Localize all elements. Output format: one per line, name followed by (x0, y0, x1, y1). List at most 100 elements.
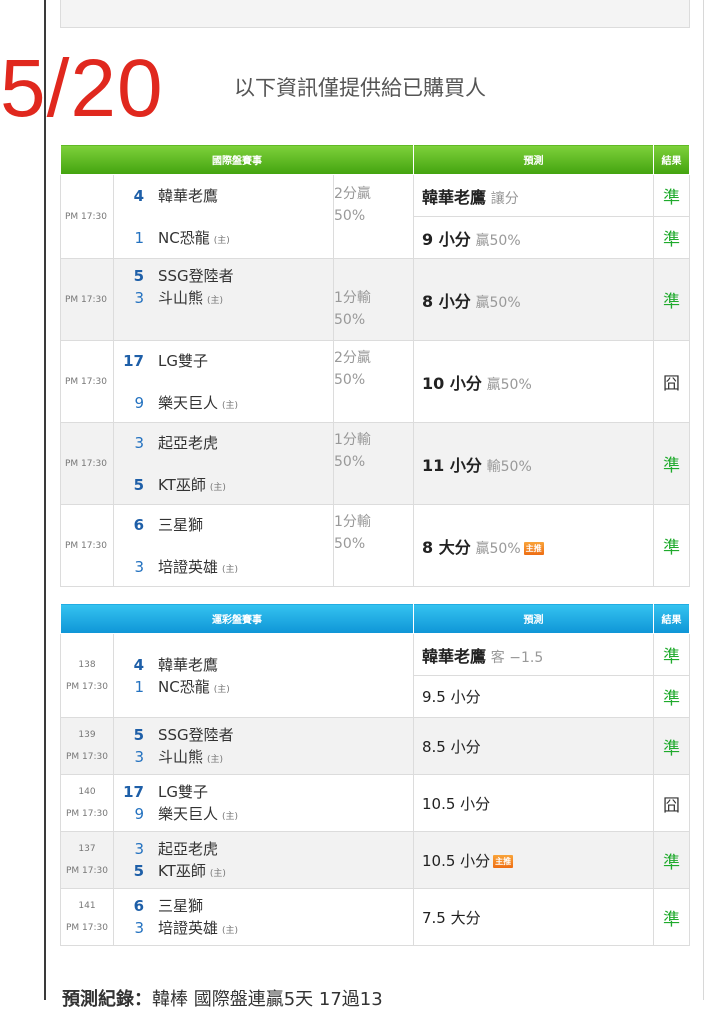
game-id-time: 137 PM 17:30 (60, 831, 114, 889)
lottery-header-match: 運彩盤賽事 (60, 603, 414, 634)
home-tag: (主) (213, 235, 230, 246)
prediction-record: 預測紀錄：韓棒 國際盤連贏5天 17過13 (62, 985, 383, 1011)
lottery-header-result: 結果 (653, 603, 690, 634)
table-row: 137 PM 17:30 3 起亞老虎 5 KT巫師 (主) 10.5 小分 主推 準 (60, 831, 690, 889)
home-team: 斗山熊 (158, 289, 204, 307)
away-rank: 17 (123, 783, 144, 801)
game-id-time: 141 PM 17:30 (60, 888, 114, 946)
table-row: 139 PM 17:30 5 SSG登陸者 3 斗山熊 (主) 8.5 小分 準 (60, 717, 690, 775)
result-cell: 準 (653, 174, 690, 217)
top-content-box (60, 0, 690, 28)
teams-cell: 3 起亞老虎 5 KT巫師 (主) (113, 422, 334, 505)
lottery-table: 運彩盤賽事 預測 結果 138 PM 17:30 4 韓華老鷹 1 NC恐龍 (主) 韓… (60, 603, 690, 946)
away-rank: 17 (123, 351, 144, 370)
prediction-cell: 10.5 小分 (413, 774, 654, 832)
odds-cell: 2分贏 50% (333, 340, 414, 423)
home-tag: (主) (207, 296, 224, 306)
home-team: NC恐龍 (158, 228, 210, 247)
away-rank: 5 (133, 267, 144, 285)
prediction-cell: 韓華老鷹 讓分 (413, 174, 654, 217)
prediction-cell: 8 大分 贏50% 主推 (413, 504, 654, 587)
table-row: PM 17:30 3 起亞老虎 5 KT巫師 (主) 1分輸 50% 11 小分 輸50… (60, 422, 690, 505)
home-team: NC恐龍 (158, 677, 210, 696)
teams-cell: 17 LG雙子 9 樂天巨人 (主) (113, 340, 334, 423)
away-team: SSG登陸者 (158, 267, 234, 285)
away-rank: 4 (133, 655, 144, 674)
home-tag: (主) (207, 755, 224, 765)
home-rank: 9 (134, 805, 144, 823)
away-rank: 5 (133, 726, 144, 744)
result-cell: 準 (653, 675, 690, 718)
prediction-cell: 8 小分 贏50% (413, 258, 654, 341)
result-cell: 準 (653, 504, 690, 587)
table-row: PM 17:30 17 LG雙子 9 樂天巨人 (主) 2分贏 50% 10 小分 贏5… (60, 340, 690, 423)
home-rank: 1 (134, 677, 144, 696)
prediction-cell: 11 小分 輸50% (413, 422, 654, 505)
home-rank: 3 (134, 289, 144, 307)
odds-cell: 1分輸 50% (333, 422, 414, 505)
teams-cell: 6 三星獅 3 培證英雄 (主) (113, 504, 334, 587)
teams-cell: 4 韓華老鷹 1 NC恐龍 (主) (113, 174, 334, 259)
home-tag: (主) (222, 812, 239, 822)
away-team: LG雙子 (158, 351, 208, 370)
teams-cell: 6 三星獅 3 培證英雄 (主) (113, 888, 414, 946)
intl-header-prediction: 預測 (413, 144, 654, 175)
teams-cell: 5 SSG登陸者 3 斗山熊 (主) (113, 258, 334, 341)
home-tag: (主) (209, 482, 226, 493)
home-tag: (主) (213, 684, 230, 695)
table-row: PM 17:30 5 SSG登陸者 3 斗山熊 (主) 1分輸 50% 8 小分 贏50… (60, 258, 690, 341)
home-tag: (主) (222, 400, 239, 411)
away-team: SSG登陸者 (158, 726, 234, 744)
intl-header-result: 結果 (653, 144, 690, 175)
home-team: 斗山熊 (158, 748, 204, 766)
result-cell: 準 (653, 633, 690, 676)
prediction-cell: 9.5 小分 (413, 675, 654, 718)
home-team: KT巫師 (158, 475, 206, 494)
away-rank: 6 (133, 515, 144, 534)
odds-cell: 2分贏 50% (333, 174, 414, 259)
teams-cell: 3 起亞老虎 5 KT巫師 (主) (113, 831, 414, 889)
prediction-cell: 9 小分 贏50% (413, 216, 654, 259)
game-id-time: 139 PM 17:30 (60, 717, 114, 775)
lottery-header-prediction: 預測 (413, 603, 654, 634)
away-rank: 4 (133, 186, 144, 205)
home-rank: 3 (134, 919, 144, 937)
home-rank: 3 (134, 748, 144, 766)
home-team: 培證英雄 (158, 919, 219, 937)
away-team: 起亞老虎 (158, 840, 219, 858)
prediction-cell: 7.5 大分 (413, 888, 654, 946)
result-cell: 囧 (653, 340, 690, 423)
hot-pick-badge: 主推 (523, 541, 544, 555)
away-team: 韓華老鷹 (158, 655, 219, 674)
teams-cell: 5 SSG登陸者 3 斗山熊 (主) (113, 717, 414, 775)
prediction-cell: 10 小分 贏50% (413, 340, 654, 423)
result-cell: 準 (653, 258, 690, 341)
odds-cell: 1分輸 50% (333, 504, 414, 587)
home-tag: (主) (222, 564, 239, 575)
game-id-time: 140 PM 17:30 (60, 774, 114, 832)
prediction-cell: 韓華老鷹 客 −1.5 (413, 633, 654, 676)
intl-header-row: 國際盤賽事 預測 結果 (60, 144, 690, 175)
away-rank: 6 (133, 897, 144, 915)
home-rank: 3 (134, 557, 144, 576)
home-tag: (主) (209, 869, 226, 879)
home-team: 樂天巨人 (158, 393, 219, 412)
result-cell: 準 (653, 831, 690, 889)
game-time: PM 17:30 (60, 504, 114, 587)
result-cell: 準 (653, 717, 690, 775)
game-time: PM 17:30 (60, 258, 114, 341)
game-time: PM 17:30 (60, 340, 114, 423)
odds-cell: 1分輸 50% (333, 258, 414, 341)
game-time: PM 17:30 (60, 174, 114, 259)
table-row: 141 PM 17:30 6 三星獅 3 培證英雄 (主) 7.5 大分 準 (60, 888, 690, 946)
away-team: LG雙子 (158, 783, 208, 801)
home-rank: 5 (133, 862, 144, 880)
away-rank: 3 (134, 840, 144, 858)
away-team: 起亞老虎 (158, 433, 219, 452)
table-row: PM 17:30 6 三星獅 3 培證英雄 (主) 1分輸 50% 8 大分 贏50% 主… (60, 504, 690, 587)
table-row: 138 PM 17:30 4 韓華老鷹 1 NC恐龍 (主) 韓華老鷹 客 −1.5 準 (60, 633, 690, 718)
prediction-cell: 8.5 小分 (413, 717, 654, 775)
home-team: 樂天巨人 (158, 805, 219, 823)
intl-header-match: 國際盤賽事 (60, 144, 414, 175)
home-rank: 5 (133, 475, 144, 494)
